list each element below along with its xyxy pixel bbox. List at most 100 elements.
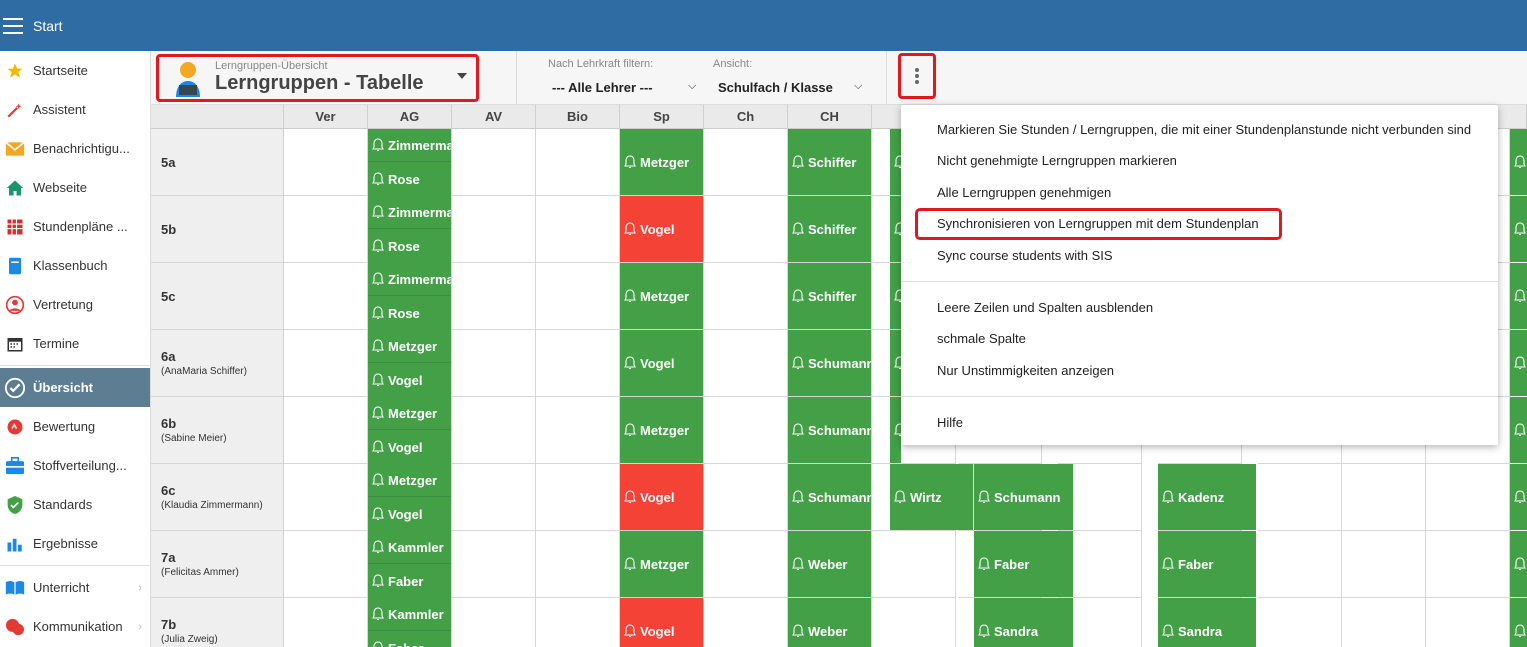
column-header-ag[interactable]: AG: [368, 105, 452, 129]
column-header-sp[interactable]: Sp: [620, 105, 704, 129]
chip-label: Zimmermann: [388, 271, 451, 287]
sidebar-item-uebersicht[interactable]: Übersicht: [0, 368, 150, 407]
lerngruppe-chip[interactable]: Kadenz: [1158, 464, 1256, 530]
lerngruppe-chip[interactable]: Weber: [788, 531, 871, 597]
lerngruppe-chip[interactable]: Zimmermann: [368, 129, 451, 162]
lerngruppe-chip[interactable]: Metzger: [368, 397, 451, 430]
lerngruppe-chip[interactable]: [1510, 598, 1527, 647]
menu-item-narrow-column[interactable]: schmale Spalte: [937, 331, 1026, 346]
app-title[interactable]: Start: [33, 18, 63, 34]
teacher-filter-select[interactable]: --- Alle Lehrer ---: [552, 80, 653, 95]
menu-item-hide-empty[interactable]: Leere Zeilen und Spalten ausblenden: [937, 300, 1153, 315]
lerngruppe-chip[interactable]: Faber: [368, 564, 451, 598]
chip-label: Schumann: [808, 355, 871, 371]
toolbar-divider: [886, 51, 887, 105]
lerngruppe-chip[interactable]: Metzger: [620, 263, 703, 329]
lerngruppe-chip[interactable]: [890, 129, 901, 195]
lerngruppe-chip[interactable]: Vogel: [620, 464, 703, 530]
lerngruppe-chip[interactable]: Kammler: [368, 531, 451, 564]
sidebar-item-stoffverteilung[interactable]: Stoffverteilung...: [0, 446, 150, 485]
bell-icon: [1162, 624, 1174, 638]
lerngruppe-chip[interactable]: [1510, 397, 1527, 463]
lerngruppe-chip[interactable]: [1510, 464, 1527, 530]
lerngruppe-chip[interactable]: [890, 330, 901, 396]
lerngruppe-chip[interactable]: Vogel: [368, 363, 451, 397]
lerngruppe-chip[interactable]: Sandra: [1158, 598, 1256, 647]
menu-item-show-inconsistencies[interactable]: Nur Unstimmigkeiten anzeigen: [937, 363, 1114, 378]
lerngruppe-chip[interactable]: [1510, 531, 1527, 597]
lerngruppe-chip[interactable]: [890, 196, 901, 262]
menu-item-mark-unconnected[interactable]: Markieren Sie Stunden / Lerngruppen, die…: [937, 122, 1471, 137]
lerngruppe-chip[interactable]: [1510, 196, 1527, 262]
sidebar-item-klassenbuch[interactable]: Klassenbuch: [0, 246, 150, 285]
lerngruppe-chip[interactable]: Faber: [368, 631, 451, 647]
lerngruppe-chip[interactable]: Vogel: [620, 330, 703, 396]
lerngruppe-chip[interactable]: [890, 397, 901, 463]
lerngruppe-chip[interactable]: Vogel: [368, 430, 451, 464]
menu-item-mark-unapproved[interactable]: Nicht genehmigte Lerngruppen markieren: [937, 153, 1177, 168]
lerngruppe-chip[interactable]: Rose: [368, 296, 451, 330]
envelope-icon: [4, 138, 26, 160]
column-header-ch[interactable]: CH: [788, 105, 872, 129]
menu-item-sync-timetable[interactable]: Synchronisieren von Lerngruppen mit dem …: [937, 216, 1259, 231]
lerngruppe-chip[interactable]: Faber: [1158, 531, 1256, 597]
lerngruppe-chip[interactable]: Metzger: [368, 330, 451, 363]
lerngruppe-chip[interactable]: [1510, 129, 1527, 195]
lerngruppe-chip[interactable]: Metzger: [620, 397, 703, 463]
column-header-ver[interactable]: Ver: [284, 105, 368, 129]
bell-icon: [624, 356, 636, 370]
lerngruppe-chip[interactable]: Vogel: [368, 497, 451, 531]
lerngruppe-chip[interactable]: Sandra: [974, 598, 1073, 647]
bell-icon: [792, 490, 804, 504]
menu-item-approve-all[interactable]: Alle Lerngruppen genehmigen: [937, 185, 1111, 200]
lerngruppe-chip[interactable]: Metzger: [620, 129, 703, 195]
sidebar-item-bewertung[interactable]: Bewertung: [0, 407, 150, 446]
table-cell: [284, 129, 368, 196]
lerngruppe-chip[interactable]: [1510, 263, 1527, 329]
sidebar-item-kommunikation[interactable]: Kommunikation ›: [0, 607, 150, 646]
sidebar-item-startseite[interactable]: Startseite: [0, 51, 150, 90]
lerngruppe-chip[interactable]: Schumann: [788, 464, 871, 530]
sidebar-item-webseite[interactable]: Webseite: [0, 168, 150, 207]
sidebar-item-vertretung[interactable]: Vertretung: [0, 285, 150, 324]
lerngruppe-chip[interactable]: Schiffer: [788, 196, 871, 262]
lerngruppe-chip[interactable]: Vogel: [620, 196, 703, 262]
lerngruppe-chip[interactable]: Zimmermann: [368, 263, 451, 296]
chevron-down-icon[interactable]: ⌵: [854, 80, 862, 93]
chevron-down-icon[interactable]: ⌵: [688, 80, 696, 93]
lerngruppe-chip[interactable]: Schiffer: [788, 129, 871, 195]
lerngruppe-chip[interactable]: [890, 263, 901, 329]
sidebar-item-ergebnisse[interactable]: Ergebnisse: [0, 524, 150, 563]
bell-icon: [1514, 155, 1526, 169]
sidebar-item-unterricht[interactable]: Unterricht ›: [0, 568, 150, 607]
hamburger-menu-icon[interactable]: [3, 17, 23, 34]
lerngruppe-chip[interactable]: Rose: [368, 229, 451, 263]
lerngruppe-chip[interactable]: Metzger: [368, 464, 451, 497]
sidebar-item-assistent[interactable]: Assistent: [0, 90, 150, 129]
sidebar-item-standards[interactable]: Standards: [0, 485, 150, 524]
sidebar-item-benachrichtigungen[interactable]: Benachrichtigu...: [0, 129, 150, 168]
lerngruppe-chip[interactable]: Faber: [974, 531, 1073, 597]
lerngruppe-chip[interactable]: Zimmermann: [368, 196, 451, 229]
lerngruppe-chip[interactable]: [1510, 330, 1527, 396]
lerngruppe-chip[interactable]: Schiffer: [788, 263, 871, 329]
column-header-av[interactable]: AV: [452, 105, 536, 129]
lerngruppe-chip[interactable]: Schumann: [788, 397, 871, 463]
lerngruppe-chip[interactable]: Wirtz: [890, 464, 973, 530]
sidebar-item-termine[interactable]: Termine: [0, 324, 150, 363]
lerngruppe-chip[interactable]: Schumann: [788, 330, 871, 396]
view-select[interactable]: Schulfach / Klasse: [718, 80, 833, 95]
more-options-button[interactable]: [898, 53, 936, 99]
column-header-bio[interactable]: Bio: [536, 105, 620, 129]
lerngruppe-chip[interactable]: Vogel: [620, 598, 703, 647]
sidebar-item-stundenplaene[interactable]: Stundenpläne ...: [0, 207, 150, 246]
lerngruppe-chip[interactable]: Schumann: [974, 464, 1073, 530]
lerngruppe-chip[interactable]: Rose: [368, 162, 451, 196]
menu-item-help[interactable]: Hilfe: [937, 415, 963, 430]
menu-item-sync-sis[interactable]: Sync course students with SIS: [937, 248, 1113, 263]
lerngruppe-chip[interactable]: Weber: [788, 598, 871, 647]
lerngruppe-chip[interactable]: Metzger: [620, 531, 703, 597]
lerngruppe-chip[interactable]: Kammler: [368, 598, 451, 631]
lerngruppen-view-selector[interactable]: Lerngruppen-Übersicht Lerngruppen - Tabe…: [156, 54, 479, 102]
column-header-ch[interactable]: Ch: [704, 105, 788, 129]
